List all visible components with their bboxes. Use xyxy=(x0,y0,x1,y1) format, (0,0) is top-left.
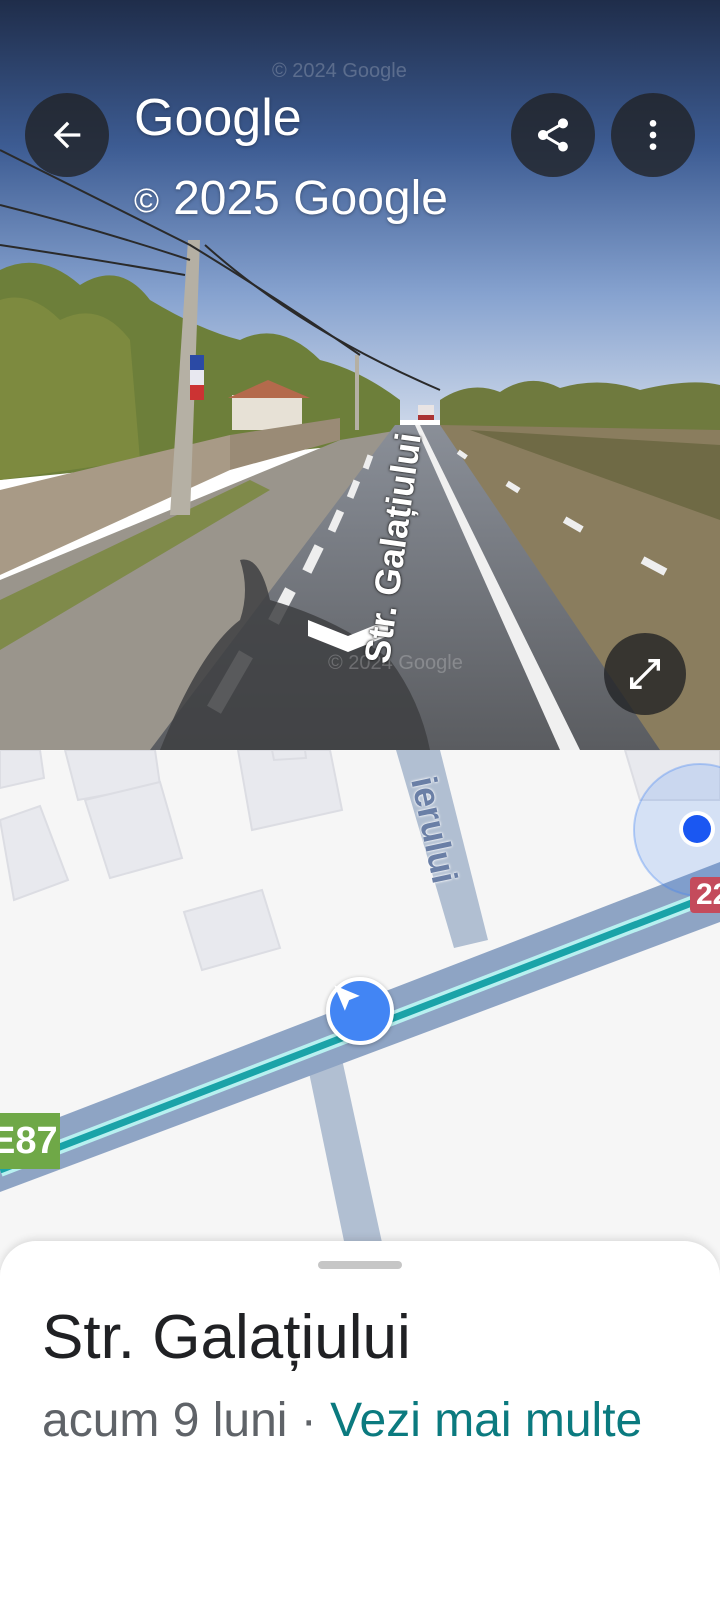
pano-copyright: © 2025 Google xyxy=(134,172,448,225)
street-view-marker[interactable] xyxy=(326,977,394,1045)
share-icon xyxy=(538,118,568,152)
route-shield-22: 22 xyxy=(690,877,720,913)
place-title: Str. Galațiului xyxy=(42,1303,411,1372)
map-view[interactable] xyxy=(0,750,720,1270)
pano-title: Google xyxy=(134,89,302,147)
share-button[interactable] xyxy=(511,93,595,177)
route-shield-e87: E87 xyxy=(0,1113,60,1169)
capture-date: acum 9 luni xyxy=(42,1394,288,1447)
expand-icon xyxy=(630,659,660,689)
meta-separator: · xyxy=(287,1394,331,1447)
place-meta: acum 9 luni · Vezi mai multe xyxy=(42,1391,642,1451)
watermark-top: © 2024 Google xyxy=(272,60,407,82)
drag-handle[interactable] xyxy=(318,1261,402,1269)
back-button[interactable] xyxy=(25,93,109,177)
navigation-arrow-icon xyxy=(334,985,360,1011)
road-label: Str. Galațiului xyxy=(356,430,429,666)
map-street-label: ierului xyxy=(403,772,466,887)
more-vert-icon xyxy=(649,120,657,150)
more-options-button[interactable] xyxy=(611,93,695,177)
street-view-panorama[interactable]: © 2024 Google © 2024 Google Str. Galațiu… xyxy=(0,0,720,750)
see-more-link[interactable]: Vezi mai multe xyxy=(330,1394,642,1447)
arrow-left-icon xyxy=(53,121,81,149)
expand-button[interactable] xyxy=(604,633,686,715)
bottom-sheet[interactable]: Str. Galațiului acum 9 luni · Vezi mai m… xyxy=(0,1241,720,1600)
